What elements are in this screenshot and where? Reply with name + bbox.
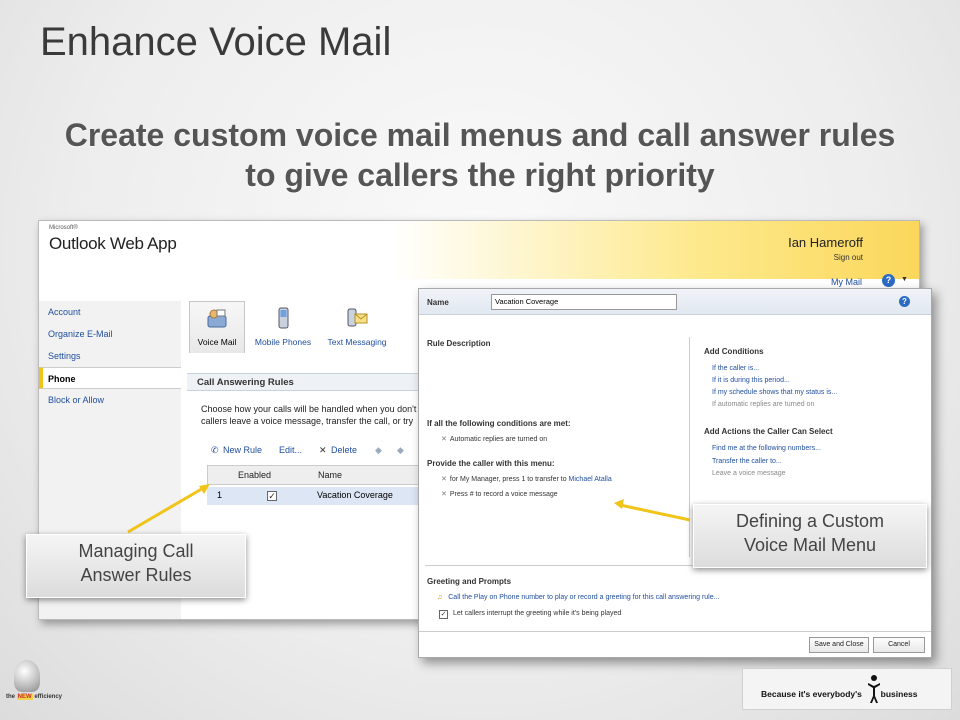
logo-word: efficiency <box>34 694 63 700</box>
logo-word: the <box>6 694 15 700</box>
callout-custom-menu: Defining a Custom Voice Mail Menu <box>693 504 927 568</box>
arrow-left <box>127 485 206 534</box>
arrow-right-head <box>614 499 624 509</box>
new-efficiency-logo: the NEW efficiency <box>6 660 84 710</box>
tagline-part: Because it's everybody's <box>761 689 862 699</box>
logo-word: NEW <box>16 694 33 700</box>
person-icon <box>868 675 880 703</box>
callout-line: Managing Call <box>78 541 194 561</box>
callout-arrows <box>127 484 691 534</box>
tagline-part: business <box>880 689 918 699</box>
lightbulb-icon <box>14 660 40 692</box>
arrow-right <box>619 503 691 522</box>
tagline-banner: Because it's everybody's business <box>742 668 952 710</box>
logo-text: the NEW efficiency <box>6 694 62 700</box>
tagline-text: Because it's everybody's business <box>761 689 918 699</box>
callout-call-answer-rules: Managing Call Answer Rules <box>26 534 246 598</box>
callout-line: Answer Rules <box>80 565 192 585</box>
callout-line: Voice Mail Menu <box>743 535 877 555</box>
callout-line: Defining a Custom <box>735 511 885 531</box>
